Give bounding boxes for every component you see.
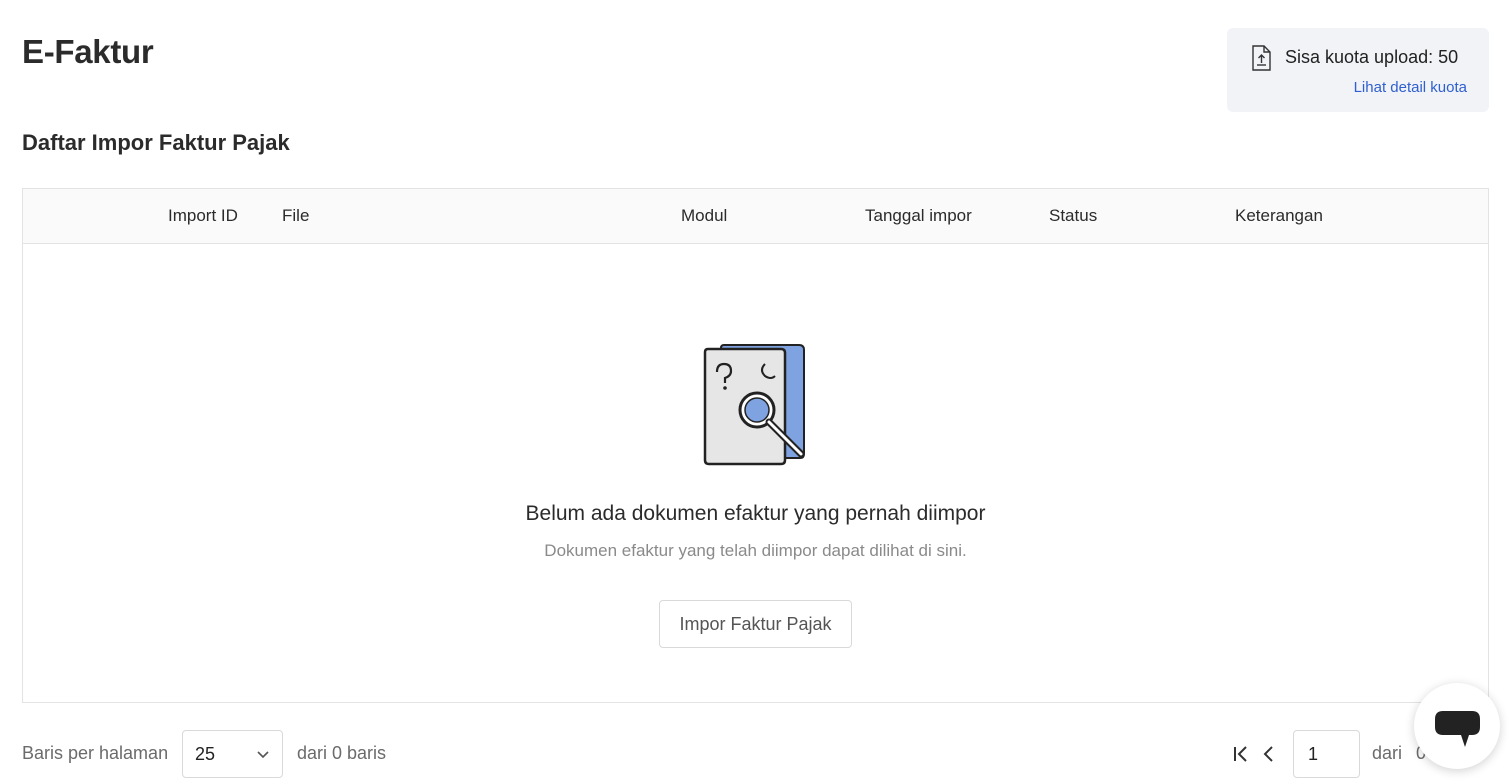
chevron-down-icon: [257, 751, 269, 759]
page-title: E-Faktur: [22, 33, 154, 70]
total-rows-label: dari 0 baris: [297, 743, 387, 763]
empty-state-title: Belum ada dokumen efaktur yang pernah di…: [525, 502, 986, 525]
prev-page-icon[interactable]: [1260, 744, 1278, 764]
column-header-file[interactable]: File: [282, 206, 309, 226]
chat-button[interactable]: [1414, 683, 1500, 769]
empty-state-subtitle: Dokumen efaktur yang telah diimpor dapat…: [544, 541, 967, 560]
document-search-illustration: [703, 344, 805, 466]
import-table: Import ID File Modul Tanggal impor Statu…: [22, 188, 1489, 703]
page-of-label: dari: [1372, 743, 1403, 763]
upload-quota-card: Sisa kuota upload: 50 Lihat detail kuota: [1227, 28, 1489, 112]
column-header-modul[interactable]: Modul: [681, 206, 727, 226]
rows-per-page-value: 25: [195, 744, 216, 764]
chat-bubble-icon: [1435, 711, 1480, 747]
rows-per-page-select[interactable]: 25: [182, 730, 283, 778]
column-header-status[interactable]: Status: [1049, 206, 1097, 226]
upload-file-icon: [1252, 45, 1271, 71]
rows-per-page-label: Baris per halaman: [22, 743, 169, 763]
column-header-tanggal-impor[interactable]: Tanggal impor: [865, 206, 972, 226]
first-page-icon[interactable]: [1232, 744, 1250, 764]
section-title: Daftar Impor Faktur Pajak: [22, 130, 290, 155]
upload-quota-label: Sisa kuota upload: 50: [1285, 47, 1459, 67]
import-faktur-button[interactable]: Impor Faktur Pajak: [659, 600, 852, 648]
page-number-input[interactable]: [1293, 730, 1360, 778]
column-header-import-id[interactable]: Import ID: [168, 206, 238, 226]
table-header: Import ID File Modul Tanggal impor Statu…: [23, 189, 1488, 244]
quota-detail-link[interactable]: Lihat detail kuota: [1354, 79, 1467, 96]
column-header-keterangan[interactable]: Keterangan: [1235, 206, 1323, 226]
